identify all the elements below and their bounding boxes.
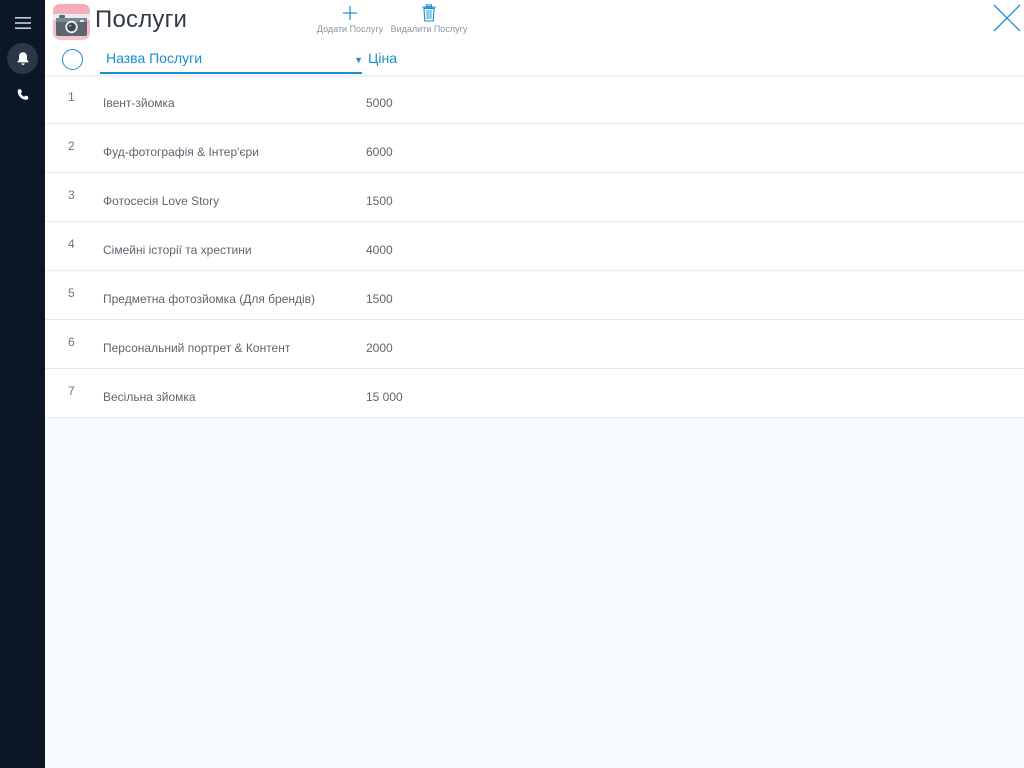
delete-service-label: Видалити Послугу: [390, 24, 468, 34]
column-header-price[interactable]: Ціна: [368, 50, 397, 66]
sort-down-icon[interactable]: ▼: [354, 55, 363, 65]
table-row[interactable]: 6 Персональний портрет & Контент 2000: [45, 320, 1024, 369]
table-row[interactable]: 2 Фуд-фотографія & Інтер'єри 6000: [45, 124, 1024, 173]
service-name: Предметна фотозйомка (Для брендів): [103, 292, 316, 306]
row-index: 4: [68, 237, 75, 251]
table-row[interactable]: 5 Предметна фотозйомка (Для брендів) 150…: [45, 271, 1024, 320]
column-name-label: Назва Послуги: [106, 50, 203, 66]
service-price: 6000: [366, 145, 393, 159]
service-price: 15 000: [366, 390, 403, 404]
trash-icon: [422, 3, 436, 23]
services-list: 1 Івент-зйомка 5000 2 Фуд-фотографія & І…: [45, 75, 1024, 418]
service-name: Весільна зйомка: [103, 390, 196, 404]
service-name: Сімейні історії та хрестини: [103, 243, 252, 257]
service-name: Фуд-фотографія & Інтер'єри: [103, 145, 259, 159]
row-index: 6: [68, 335, 75, 349]
row-index: 3: [68, 188, 75, 202]
service-name: Фотосесія Love Story: [103, 194, 220, 208]
service-price: 1500: [366, 194, 393, 208]
close-button[interactable]: [993, 4, 1021, 32]
page-title: Послуги: [95, 6, 188, 33]
table-row[interactable]: 7 Весільна зйомка 15 000: [45, 369, 1024, 418]
notifications-button[interactable]: [7, 43, 38, 74]
service-price: 1500: [366, 292, 393, 306]
close-icon: [993, 4, 1021, 32]
bell-icon: [17, 52, 28, 65]
page-header: Послуги Додати Послугу Видалити Послугу: [45, 0, 1024, 75]
phone-icon: [17, 88, 28, 100]
service-name: Персональний портрет & Контент: [103, 341, 291, 355]
row-index: 5: [68, 286, 75, 300]
camera-icon: [53, 4, 90, 40]
row-index: 7: [68, 384, 75, 398]
service-price: 4000: [366, 243, 393, 257]
table-row[interactable]: 4 Сімейні історії та хрестини 4000: [45, 222, 1024, 271]
add-service-label: Додати Послугу: [316, 24, 384, 34]
add-service-button[interactable]: Додати Послугу: [315, 3, 385, 34]
hamburger-menu-icon: [14, 16, 31, 29]
service-price: 2000: [366, 341, 393, 355]
row-index: 2: [68, 139, 75, 153]
side-rail: [0, 0, 45, 768]
select-all-checkbox[interactable]: [62, 49, 83, 70]
table-row[interactable]: 3 Фотосесія Love Story 1500: [45, 173, 1024, 222]
menu-button[interactable]: [7, 7, 38, 38]
calls-button[interactable]: [7, 79, 38, 110]
column-header-name[interactable]: Назва Послуги ▼: [100, 46, 363, 74]
row-index: 1: [68, 90, 75, 104]
plus-icon: [343, 3, 357, 23]
service-price: 5000: [366, 96, 393, 110]
table-row[interactable]: 1 Івент-зйомка 5000: [45, 75, 1024, 124]
service-name: Івент-зйомка: [103, 96, 175, 110]
delete-service-button[interactable]: Видалити Послугу: [389, 3, 469, 34]
